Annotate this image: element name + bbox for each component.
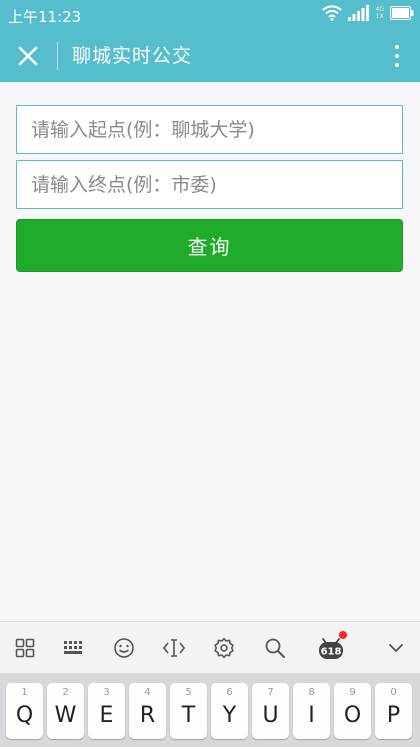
keyboard-toolbar: 618: [0, 621, 420, 673]
promo-label: 618: [321, 647, 342, 658]
key-e[interactable]: 3E: [88, 683, 125, 739]
cursor-icon[interactable]: [161, 635, 187, 661]
gear-icon[interactable]: [211, 635, 237, 661]
start-point-input[interactable]: [16, 105, 403, 154]
promo-618-icon[interactable]: 618: [318, 631, 347, 661]
key-w[interactable]: 2W: [47, 683, 84, 739]
key-r[interactable]: 4R: [129, 683, 166, 739]
key-p[interactable]: 0P: [375, 683, 412, 739]
more-button[interactable]: [386, 38, 408, 74]
chevron-down-icon[interactable]: [383, 635, 409, 661]
close-button[interactable]: [9, 37, 47, 75]
query-button[interactable]: 查询: [16, 219, 403, 272]
status-time: 上午11:23: [8, 8, 82, 26]
app-bar-divider: [57, 42, 58, 70]
key-o[interactable]: 9O: [334, 683, 371, 739]
end-point-input[interactable]: [16, 160, 403, 209]
key-q[interactable]: 1Q: [6, 683, 43, 739]
search-icon[interactable]: [262, 635, 288, 661]
status-bar: 上午11:23 4G 1X: [0, 0, 420, 30]
key-i[interactable]: 8I: [293, 683, 330, 739]
keyboard-keys: 1Q 2W 3E 4R 5T 6Y 7U 8I 9O 0P: [0, 673, 420, 747]
wifi-icon: [321, 5, 342, 21]
network-label: 4G 1X: [375, 6, 384, 20]
emoji-icon[interactable]: [111, 635, 137, 661]
battery-icon: [390, 6, 414, 20]
grid-icon[interactable]: [12, 635, 38, 661]
more-vertical-icon: [395, 45, 399, 49]
app-bar: 聊城实时公交: [0, 30, 420, 82]
key-u[interactable]: 7U: [252, 683, 289, 739]
key-t[interactable]: 5T: [170, 683, 207, 739]
keyboard-icon[interactable]: [61, 635, 87, 661]
page-title: 聊城实时公交: [72, 45, 193, 67]
status-icons: 4G 1X: [321, 5, 414, 21]
signal-icon: [347, 5, 369, 21]
key-y[interactable]: 6Y: [211, 683, 248, 739]
close-icon: [18, 46, 38, 66]
notification-dot: [339, 631, 347, 639]
